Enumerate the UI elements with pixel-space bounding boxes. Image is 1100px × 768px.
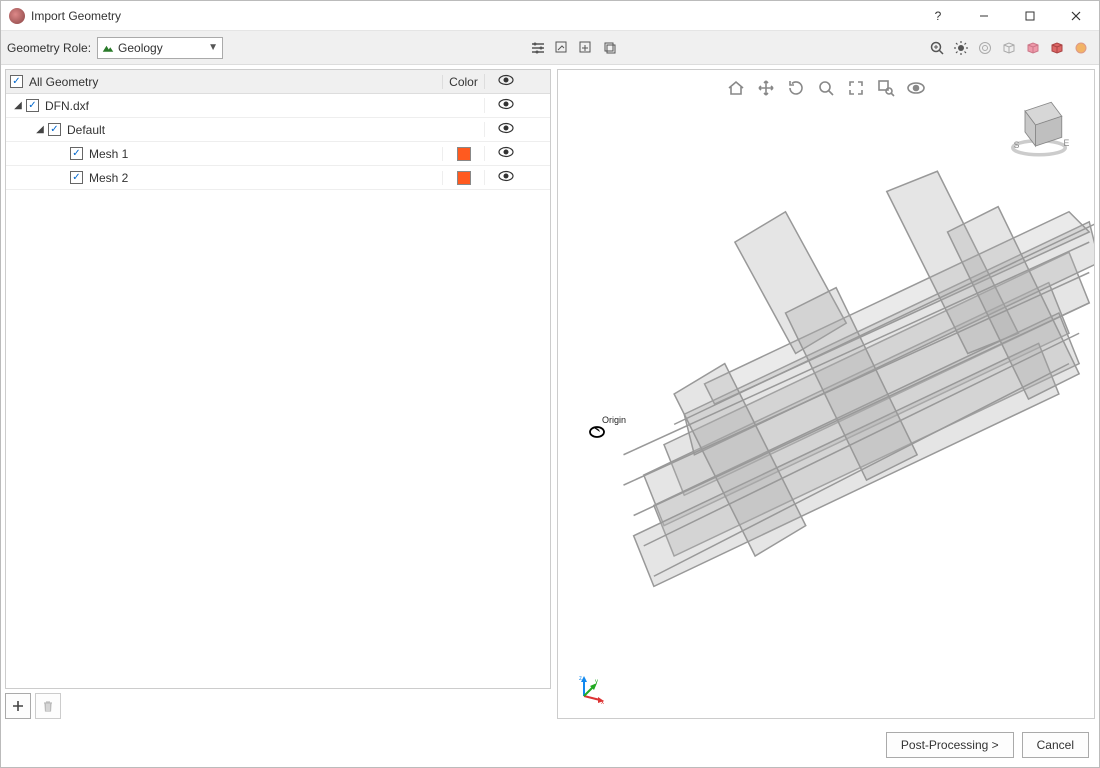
cube-outline-icon[interactable]: [998, 37, 1020, 59]
tree-row-label: Mesh 1: [89, 147, 128, 161]
dialog-footer: Post-Processing > Cancel: [1, 723, 1099, 767]
axis-gizmo-icon: z y x: [576, 674, 606, 704]
geometry-role-label: Geometry Role:: [7, 41, 91, 55]
expand-arrow-icon[interactable]: ◢: [12, 100, 24, 112]
lighting-icon[interactable]: [950, 37, 972, 59]
titlebar: Import Geometry ?: [1, 1, 1099, 31]
tree-row[interactable]: ◢✓ DFN.dxf: [6, 94, 550, 118]
expand-arrow-icon[interactable]: ◢: [34, 124, 46, 136]
checkbox[interactable]: ✓: [70, 147, 83, 160]
color-swatch[interactable]: [457, 171, 471, 185]
left-panel: ✓ All Geometry Color ◢✓DFN.dxf◢✓Default✓…: [5, 69, 551, 719]
origin-marker-icon: [588, 425, 606, 439]
svg-text:y: y: [595, 679, 598, 685]
svg-text:x: x: [601, 700, 604, 704]
settings-icon[interactable]: [527, 37, 549, 59]
tree-row[interactable]: ✓ Mesh 2: [6, 166, 550, 190]
checkbox[interactable]: ✓: [26, 99, 39, 112]
visibility-toggle-icon[interactable]: [498, 98, 514, 113]
maximize-button[interactable]: [1007, 1, 1053, 31]
eye-icon: [498, 75, 514, 89]
visibility-toggle-icon[interactable]: [498, 170, 514, 185]
color-swatch[interactable]: [457, 147, 471, 161]
compass-s: S: [1014, 140, 1020, 150]
mountain-icon: [102, 43, 114, 53]
checkbox-all[interactable]: ✓: [10, 75, 23, 88]
collapse-all-icon[interactable]: [575, 37, 597, 59]
geometry-role-combo[interactable]: Geology ▼: [97, 37, 223, 59]
tree-row-label: Mesh 2: [89, 171, 128, 185]
color-column-header[interactable]: Color: [442, 75, 484, 89]
delete-button[interactable]: [35, 693, 61, 719]
import-geometry-window: Import Geometry ? Geometry Role: Geology…: [0, 0, 1100, 768]
geometry-tree: ✓ All Geometry Color ◢✓DFN.dxf◢✓Default✓…: [5, 69, 551, 689]
dialog-body: ✓ All Geometry Color ◢✓DFN.dxf◢✓Default✓…: [1, 65, 1099, 723]
compass-e: E: [1064, 138, 1070, 148]
expand-all-icon[interactable]: [551, 37, 573, 59]
shaded-cube-red-icon[interactable]: [1046, 37, 1068, 59]
all-geometry-label: All Geometry: [29, 75, 98, 89]
visibility-toggle-icon[interactable]: [498, 146, 514, 161]
top-toolbar: Geometry Role: Geology ▼: [1, 31, 1099, 65]
mesh-preview: [558, 70, 1094, 718]
tree-row[interactable]: ◢✓ Default: [6, 118, 550, 142]
tree-actions: [5, 689, 551, 719]
tree-header-name[interactable]: ✓ All Geometry: [6, 75, 442, 89]
post-processing-button[interactable]: Post-Processing >: [886, 732, 1014, 758]
add-button[interactable]: [5, 693, 31, 719]
copy-icon[interactable]: [599, 37, 621, 59]
viewport-3d[interactable]: Origin S E z y x: [557, 69, 1095, 719]
shaded-cube-pink-icon[interactable]: [1022, 37, 1044, 59]
tree-header: ✓ All Geometry Color: [6, 70, 550, 94]
chevron-down-icon: ▼: [208, 42, 218, 53]
tree-body: ◢✓DFN.dxf◢✓Default✓Mesh 1✓Mesh 2: [6, 94, 550, 688]
checkbox[interactable]: ✓: [48, 123, 61, 136]
target-icon[interactable]: [974, 37, 996, 59]
help-button[interactable]: ?: [915, 1, 961, 31]
window-title: Import Geometry: [31, 9, 915, 23]
app-icon: [9, 8, 25, 24]
sphere-icon[interactable]: [1070, 37, 1092, 59]
origin-label: Origin: [602, 415, 626, 425]
geometry-role-value: Geology: [118, 41, 208, 55]
close-button[interactable]: [1053, 1, 1099, 31]
cancel-button[interactable]: Cancel: [1022, 732, 1089, 758]
svg-text:z: z: [579, 676, 582, 682]
tree-row-label: DFN.dxf: [45, 99, 89, 113]
visibility-column-header[interactable]: [484, 74, 526, 89]
tree-row[interactable]: ✓ Mesh 1: [6, 142, 550, 166]
minimize-button[interactable]: [961, 1, 1007, 31]
zoom-selection-icon[interactable]: [926, 37, 948, 59]
checkbox[interactable]: ✓: [70, 171, 83, 184]
tree-row-label: Default: [67, 123, 105, 137]
navcube[interactable]: S E: [1004, 90, 1074, 160]
visibility-toggle-icon[interactable]: [498, 122, 514, 137]
